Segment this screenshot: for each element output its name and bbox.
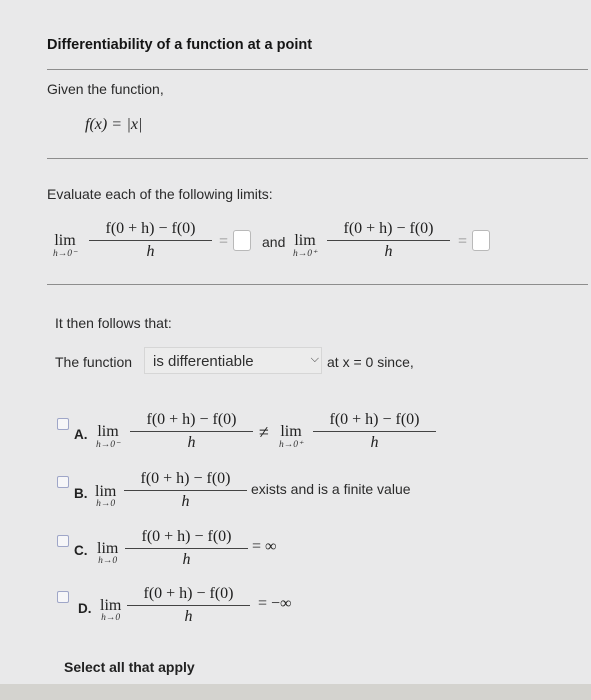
fraction-bar (89, 240, 212, 241)
fraction-bar (130, 431, 253, 432)
equals-sign: = (458, 233, 468, 250)
denominator: h (182, 551, 191, 568)
left-limit: lim h→0⁻ (53, 232, 77, 259)
numerator: f(0 + h) − f(0) (141, 528, 232, 545)
option-c-fraction: f(0 + h) − f(0) h (125, 528, 248, 569)
option-c-label: C. (74, 543, 88, 558)
option-a-checkbox[interactable] (57, 418, 69, 430)
fraction-bar (327, 240, 450, 241)
lim-subscript: h→0 (96, 499, 116, 509)
right-limit-answer-box[interactable] (472, 230, 490, 251)
bottom-edge (0, 684, 591, 700)
option-b-fraction: f(0 + h) − f(0) h (124, 470, 247, 511)
option-b-limit: lim h→0 (95, 483, 116, 509)
denominator: h (187, 434, 196, 451)
statement-suffix: at x = 0 since, (327, 354, 414, 370)
option-a-label: A. (74, 427, 88, 442)
numerator: f(0 + h) − f(0) (343, 220, 434, 237)
option-a-fraction-right: f(0 + h) − f(0) h (313, 411, 436, 452)
select-all-instruction: Select all that apply (64, 659, 195, 675)
differentiability-select[interactable]: is differentiable ⌵ (144, 347, 322, 374)
given-intro: Given the function, (47, 81, 164, 97)
equals-sign: = (219, 233, 229, 250)
chevron-down-icon: ⌵ (310, 353, 319, 365)
option-b-tail: exists and is a finite value (251, 481, 411, 497)
evaluate-prompt: Evaluate each of the following limits: (47, 186, 273, 202)
option-d-limit: lim h→0 (100, 597, 121, 623)
denominator: h (146, 243, 155, 260)
right-limit: lim h→0⁺ (293, 232, 317, 259)
left-limit-answer-box[interactable] (233, 230, 251, 251)
numerator: f(0 + h) − f(0) (140, 470, 231, 487)
page-title: Differentiability of a function at a poi… (47, 37, 313, 53)
lim-subscript: h→0 (101, 613, 121, 623)
statement-prefix: The function (55, 354, 133, 370)
lim-subscript: h→0⁺ (293, 249, 318, 259)
denominator: h (184, 608, 193, 625)
option-d-label: D. (78, 601, 92, 616)
fraction-bar (313, 431, 436, 432)
lim-subscript: h→0⁻ (96, 440, 121, 450)
divider (47, 69, 588, 70)
numerator: f(0 + h) − f(0) (143, 585, 234, 602)
option-a-limit-right: lim h→0⁺ (279, 423, 303, 450)
lim-subscript: h→0⁻ (53, 249, 78, 259)
and-connector: and (262, 234, 286, 250)
right-fraction: f(0 + h) − f(0) h (327, 220, 450, 261)
function-rhs: |x| (126, 116, 143, 133)
option-c-tail: = ∞ (252, 538, 277, 555)
fraction-bar (124, 490, 247, 491)
option-a-limit: lim h→0⁻ (96, 423, 120, 450)
option-a-fraction: f(0 + h) − f(0) h (130, 411, 253, 452)
function-definition: f(x) = |x| (85, 116, 142, 134)
option-d-checkbox[interactable] (57, 591, 69, 603)
option-c-limit: lim h→0 (97, 540, 118, 566)
option-d-tail: = −∞ (258, 595, 292, 612)
numerator: f(0 + h) − f(0) (329, 411, 420, 428)
fraction-bar (127, 605, 250, 606)
dropdown-value: is differentiable (153, 353, 254, 370)
option-b-label: B. (74, 486, 88, 501)
denominator: h (181, 493, 190, 510)
option-c-checkbox[interactable] (57, 535, 69, 547)
divider (47, 284, 588, 285)
function-lhs: f(x) = (85, 116, 122, 133)
denominator: h (370, 434, 379, 451)
denominator: h (384, 243, 393, 260)
numerator: f(0 + h) − f(0) (105, 220, 196, 237)
numerator: f(0 + h) − f(0) (146, 411, 237, 428)
lim-subscript: h→0⁺ (279, 440, 304, 450)
follows-text: It then follows that: (55, 315, 172, 331)
option-d-fraction: f(0 + h) − f(0) h (127, 585, 250, 626)
lim-subscript: h→0 (98, 556, 118, 566)
divider (47, 158, 588, 159)
left-fraction: f(0 + h) − f(0) h (89, 220, 212, 261)
not-equal-sign: ≠ (259, 422, 269, 442)
fraction-bar (125, 548, 248, 549)
option-b-checkbox[interactable] (57, 476, 69, 488)
